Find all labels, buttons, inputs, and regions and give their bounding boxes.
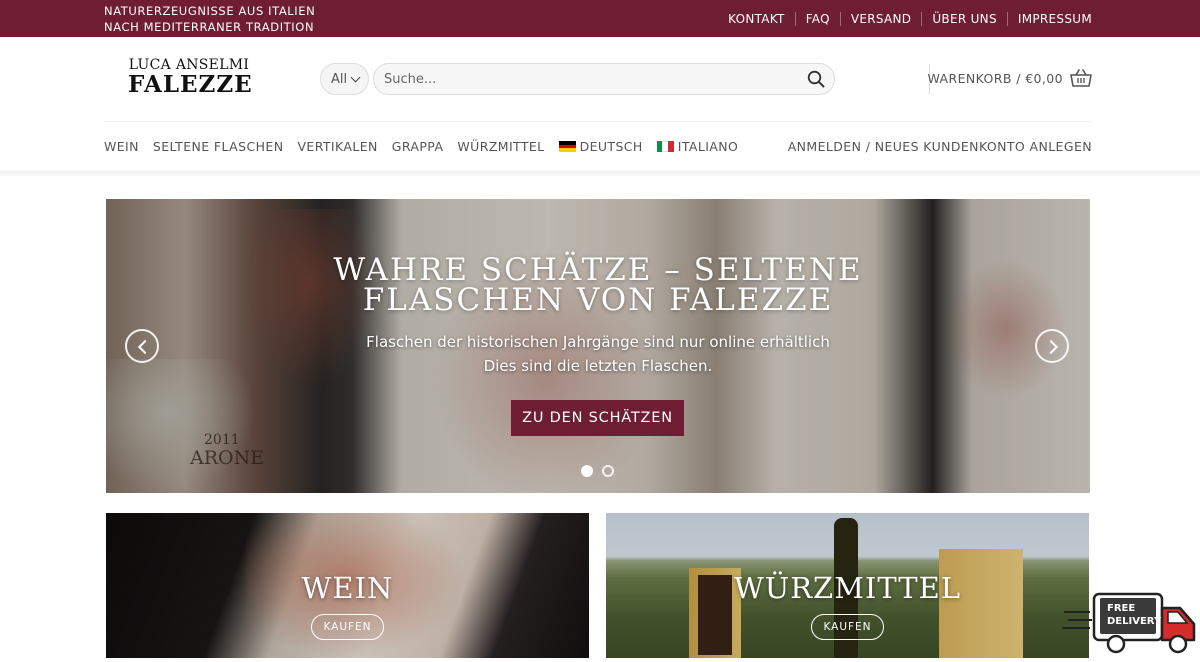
top-bar: NATURERZEUGNISSE AUS ITALIEN NACH MEDITE…: [0, 0, 1200, 37]
delivery-line1: FREE: [1107, 603, 1136, 614]
slide-subtitle-line1: Flaschen der historischen Jahrgänge sind…: [366, 333, 830, 351]
category-select[interactable]: All: [320, 63, 369, 95]
slider-dots: [581, 465, 623, 477]
top-nav: KONTAKT FAQ VERSAND ÜBER UNS IMPRESSUM: [718, 0, 1092, 37]
top-link-versand[interactable]: VERSAND: [839, 11, 922, 26]
slider-next-icon[interactable]: [1035, 329, 1069, 363]
nav-item-vertikalen[interactable]: VERTIKALEN: [297, 139, 377, 154]
tagline-line2: NACH MEDITERRANER TRADITION: [104, 20, 315, 34]
main-nav: WEIN SELTENE FLASCHEN VERTIKALEN GRAPPA …: [104, 121, 1092, 171]
logo-line2: FALEZZE: [128, 71, 253, 98]
slide-subtitle-line2: Dies sind die letzten Flaschen.: [483, 357, 713, 375]
nav-item-grappa[interactable]: GRAPPA: [392, 139, 444, 154]
login-register-link[interactable]: ANMELDEN / NEUES KUNDENKONTO ANLEGEN: [788, 139, 1092, 154]
hero-slider: 2011 ARONE WAHRE SCHÄTZE – SELTENE FLASC…: [106, 199, 1090, 493]
lang-deutsch-label: DEUTSCH: [579, 139, 643, 154]
lang-italiano-label: ITALIANO: [677, 139, 739, 154]
slider-dot-1[interactable]: [581, 465, 593, 477]
lang-deutsch[interactable]: DEUTSCH: [558, 139, 643, 154]
search-icon[interactable]: [807, 70, 825, 88]
nav-item-wein[interactable]: WEIN: [104, 139, 139, 154]
tile-title: WÜRZMITTEL: [733, 571, 962, 605]
free-delivery-badge[interactable]: FREE DELIVERY: [1060, 588, 1200, 658]
cart-label: WARENKORB / €0,00: [927, 71, 1063, 86]
slider-dot-2[interactable]: [602, 465, 614, 477]
german-flag-icon: [558, 141, 576, 153]
cart-link[interactable]: WARENKORB / €0,00: [927, 69, 1092, 88]
category-tile-wuerzmittel[interactable]: WÜRZMITTEL KAUFEN: [606, 513, 1089, 658]
slide-subtitle: Flaschen der historischen Jahrgänge sind…: [106, 330, 1090, 378]
basket-icon: [1070, 69, 1092, 87]
slide-title-line1: WAHRE SCHÄTZE – SELTENE: [333, 252, 863, 288]
tagline-line1: NATURERZEUGNISSE AUS ITALIEN: [104, 4, 316, 18]
search-input[interactable]: [374, 64, 794, 94]
header-shadow: [0, 171, 1200, 177]
logo[interactable]: LUCA ANSELMI FALEZZE: [128, 57, 253, 98]
main-nav-items: WEIN SELTENE FLASCHEN VERTIKALEN GRAPPA …: [104, 122, 752, 171]
top-link-kontakt[interactable]: KONTAKT: [718, 12, 795, 26]
slide-cta-button[interactable]: ZU DEN SCHÄTZEN: [511, 400, 684, 436]
chevron-down-icon: [350, 72, 361, 82]
kaufen-button[interactable]: KAUFEN: [811, 614, 884, 640]
header: LUCA ANSELMI FALEZZE All WARENKORB / €0,…: [0, 37, 1200, 121]
top-link-faq[interactable]: FAQ: [794, 11, 840, 26]
account-links: ANMELDEN / NEUES KUNDENKONTO ANLEGEN: [788, 122, 1092, 171]
top-link-impressum[interactable]: IMPRESSUM: [1006, 11, 1092, 26]
tagline: NATURERZEUGNISSE AUS ITALIEN NACH MEDITE…: [104, 3, 315, 35]
italian-flag-icon: [656, 141, 674, 152]
nav-item-seltene-flaschen[interactable]: SELTENE FLASCHEN: [153, 139, 284, 154]
top-link-ueber-uns[interactable]: ÜBER UNS: [921, 11, 1007, 26]
search-box: [373, 63, 835, 95]
category-tile-wein[interactable]: WEIN KAUFEN: [106, 513, 589, 658]
delivery-line2: DELIVERY: [1107, 616, 1162, 627]
slide-title: WAHRE SCHÄTZE – SELTENE FLASCHEN VON FAL…: [106, 252, 1090, 318]
delivery-text: FREE DELIVERY: [1107, 602, 1161, 628]
slider-prev-icon[interactable]: [125, 329, 159, 363]
nav-item-wuerzmittel[interactable]: WÜRZMITTEL: [457, 139, 544, 154]
category-select-value: All: [331, 71, 348, 87]
kaufen-button[interactable]: KAUFEN: [311, 614, 384, 640]
slide-title-line2: FLASCHEN VON FALEZZE: [362, 282, 834, 318]
lang-italiano[interactable]: ITALIANO: [656, 139, 739, 154]
tile-title: WEIN: [301, 571, 394, 605]
